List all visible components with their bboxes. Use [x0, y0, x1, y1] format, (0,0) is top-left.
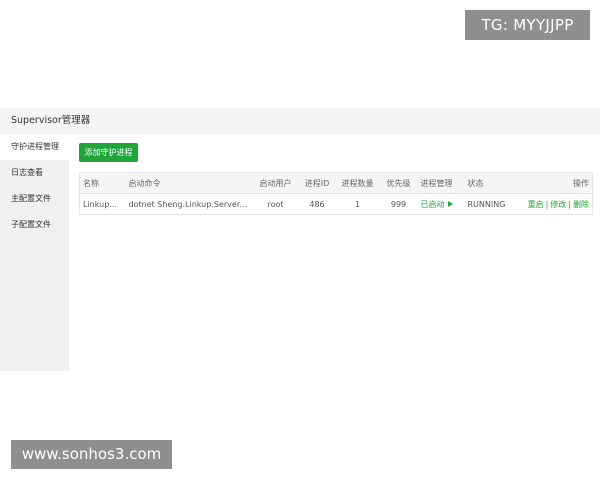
- cell-name: Linkup...: [83, 199, 117, 209]
- sidebar-item-main-config[interactable]: 主配置文件: [0, 186, 69, 212]
- panel-body: 守护进程管理 日志查看 主配置文件 子配置文件 添加守护进程 名称 启动命令 启…: [0, 134, 600, 373]
- sidebar-item-daemon-manage[interactable]: 守护进程管理: [0, 134, 69, 160]
- col-header-priority: 优先级: [379, 172, 418, 194]
- cell-ops: 重启 | 修改 | 删除: [525, 194, 593, 215]
- col-header-status: 状态: [464, 172, 525, 194]
- col-header-user: 启动用户: [252, 172, 299, 194]
- ops-separator: |: [568, 199, 571, 209]
- process-table: 名称 启动命令 启动用户 进程ID 进程数量 优先级 进程管理 状态 操作 Li…: [79, 172, 593, 215]
- col-header-pid: 进程ID: [298, 172, 336, 194]
- watermark-bottom: www.sonhos3.com: [11, 440, 172, 469]
- col-header-manage: 进程管理: [417, 172, 465, 194]
- col-header-name: 名称: [79, 172, 126, 194]
- cell-command: dotnet Sheng.Linkup.Server.dll: [128, 199, 252, 209]
- cell-priority: 999: [390, 199, 407, 209]
- panel-title: Supervisor管理器: [0, 108, 600, 134]
- process-started-label: 已启动: [420, 199, 445, 209]
- add-daemon-button[interactable]: 添加守护进程: [79, 143, 138, 162]
- restart-link[interactable]: 重启: [528, 200, 544, 209]
- edit-link[interactable]: 修改: [550, 200, 566, 209]
- cell-status: RUNNING: [467, 199, 506, 209]
- cell-pid: 486: [309, 199, 325, 209]
- play-icon: [447, 201, 453, 207]
- col-header-command: 启动命令: [125, 172, 253, 194]
- watermark-top: TG: MYYJJPP: [465, 10, 590, 40]
- sidebar-item-log-view[interactable]: 日志查看: [0, 160, 69, 186]
- cell-manage: 已启动: [418, 194, 465, 215]
- cell-count: 1: [354, 199, 361, 209]
- col-header-count: 进程数量: [335, 172, 380, 194]
- delete-link[interactable]: 删除: [573, 200, 589, 209]
- sidebar: 守护进程管理 日志查看 主配置文件 子配置文件: [0, 134, 69, 371]
- table-row: Linkup... dotnet Sheng.Linkup.Server.dll…: [80, 194, 593, 215]
- sidebar-item-sub-config[interactable]: 子配置文件: [0, 212, 69, 238]
- table-header-row: 名称 启动命令 启动用户 进程ID 进程数量 优先级 进程管理 状态 操作: [79, 172, 593, 194]
- supervisor-panel: Supervisor管理器 守护进程管理 日志查看 主配置文件 子配置文件 添加…: [0, 108, 600, 373]
- process-started-toggle[interactable]: 已启动: [421, 200, 453, 209]
- cell-user: root: [267, 199, 284, 209]
- col-header-ops: 操作: [524, 172, 593, 194]
